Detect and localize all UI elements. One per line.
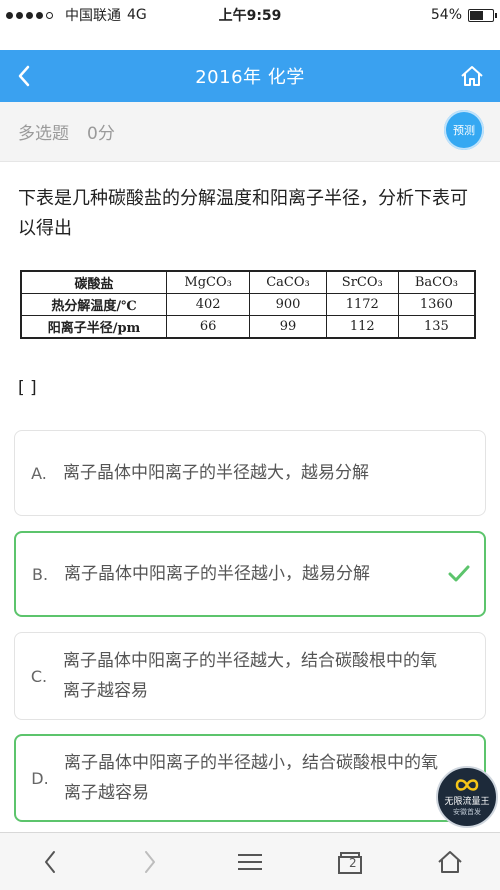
browser-back-button[interactable] — [30, 842, 70, 882]
table-cell: 900 — [249, 293, 327, 316]
home-icon — [438, 850, 462, 873]
table-header-cell: CaCO₃ — [249, 270, 327, 294]
table-header-row: 碳酸盐 MgCO₃ CaCO₃ SrCO₃ BaCO₃ — [20, 270, 476, 294]
table-row: 阳离子半径/pm 66 99 112 135 — [20, 315, 476, 339]
option-b[interactable]: B. 离子晶体中阳离子的半径越小，越易分解 — [14, 531, 486, 617]
chevron-left-icon — [18, 65, 30, 87]
infinity-icon — [455, 778, 479, 791]
home-icon — [461, 66, 483, 86]
promo-badge-subtitle: 安徽首发 — [453, 807, 481, 816]
page-title: 2016年 化学 — [195, 67, 305, 88]
table-cell: 99 — [249, 315, 327, 339]
browser-forward-button[interactable] — [130, 842, 170, 882]
table-cell: 1172 — [325, 293, 399, 316]
back-button[interactable] — [10, 62, 38, 90]
tabs-count: 2 — [349, 855, 357, 870]
promo-badge-title: 无限流量王 — [444, 796, 490, 807]
option-text: 离子晶体中阳离子的半径越大，结合碳酸根中的氧离子越容易 — [63, 651, 437, 701]
table-cell: 阳离子半径/pm — [20, 315, 167, 339]
table-row: 热分解温度/℃ 402 900 1172 1360 — [20, 293, 476, 316]
option-letter: B. — [31, 564, 49, 584]
home-button[interactable] — [458, 62, 486, 90]
question-header: 多选题 0分 预测 — [0, 102, 500, 162]
table-header-cell: MgCO₃ — [165, 270, 251, 294]
question-type: 多选题 — [18, 124, 69, 144]
option-letter: A. — [31, 463, 47, 483]
data-table-container: 碳酸盐 MgCO₃ CaCO₃ SrCO₃ BaCO₃ 热分解温度/℃ 402 … — [20, 270, 476, 339]
browser-home-button[interactable] — [430, 842, 470, 882]
question-score: 0分 — [87, 124, 115, 144]
option-text: 离子晶体中阳离子的半径越小，结合碳酸根中的氧离子越容易 — [64, 753, 438, 803]
table-cell: 66 — [165, 315, 251, 339]
table-cell: 112 — [325, 315, 399, 339]
floating-promo-badge[interactable]: 无限流量王 安徽首发 — [436, 766, 498, 828]
table-header-cell: 碳酸盐 — [20, 270, 167, 294]
chevron-right-icon — [145, 850, 155, 873]
question-text: 下表是几种碳酸盐的分解温度和阳离子半径，分析下表可以得出 — [18, 188, 468, 239]
table-cell: 热分解温度/℃ — [20, 293, 167, 316]
nav-bar: 2016年 化学 — [0, 50, 500, 102]
table-header-cell: BaCO₃ — [397, 270, 476, 294]
menu-icon — [238, 853, 262, 870]
browser-toolbar: 2 — [0, 832, 500, 890]
menu-button[interactable] — [230, 842, 270, 882]
answer-bracket: [ ] — [18, 378, 37, 398]
predict-button[interactable]: 预测 — [444, 110, 484, 150]
checkmark-icon — [448, 565, 470, 582]
table-cell: 135 — [397, 315, 476, 339]
table-cell: 402 — [165, 293, 251, 316]
status-bar: 中国联通 4G 上午9:59 54% — [0, 0, 500, 30]
carbonate-table: 碳酸盐 MgCO₃ CaCO₃ SrCO₃ BaCO₃ 热分解温度/℃ 402 … — [20, 270, 476, 339]
chevron-left-icon — [45, 850, 55, 873]
table-cell: 1360 — [397, 293, 476, 316]
option-c[interactable]: C. 离子晶体中阳离子的半径越大，结合碳酸根中的氧离子越容易 — [14, 632, 486, 720]
table-header-cell: SrCO₃ — [325, 270, 399, 294]
option-a[interactable]: A. 离子晶体中阳离子的半径越大，越易分解 — [14, 430, 486, 516]
predict-label: 预测 — [453, 124, 475, 137]
status-time: 上午9:59 — [218, 8, 282, 24]
tabs-button[interactable]: 2 — [330, 842, 370, 882]
battery-icon — [468, 8, 497, 22]
option-d[interactable]: D. 离子晶体中阳离子的半径越小，结合碳酸根中的氧离子越容易 — [14, 734, 486, 822]
option-text: 离子晶体中阳离子的半径越小，越易分解 — [64, 564, 370, 584]
option-letter: C. — [30, 666, 48, 686]
option-letter: D. — [31, 768, 49, 788]
option-text: 离子晶体中阳离子的半径越大，越易分解 — [63, 463, 369, 483]
